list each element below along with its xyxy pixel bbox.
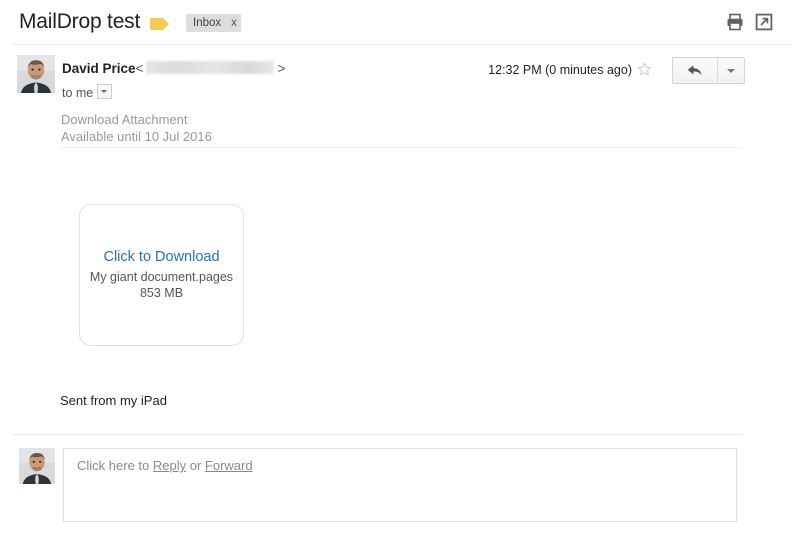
recipient-line: to me: [62, 84, 113, 100]
download-attachment-card[interactable]: Click to Download My giant document.page…: [79, 204, 244, 346]
email-signature: Sent from my iPad: [60, 393, 167, 408]
label-tag-icon: [150, 17, 170, 31]
forward-link[interactable]: Forward: [205, 458, 253, 473]
reply-input-box[interactable]: Click here to Reply or Forward: [63, 448, 737, 522]
attachment-heading: Download Attachment: [61, 112, 188, 127]
open-in-new-window-icon[interactable]: [755, 13, 773, 31]
attachment-note: Download Attachment Available until 10 J…: [61, 111, 212, 145]
email-angle-close: >: [277, 61, 286, 76]
label-chip-text: Inbox: [193, 17, 222, 29]
reply-arrow-icon: [687, 65, 702, 76]
reply-separator-text: or: [186, 458, 205, 473]
sender-line: David Price< >: [62, 61, 285, 76]
reply-button[interactable]: [673, 58, 717, 83]
message-header-row: David Price< > to me 12:32 PM (0 minutes …: [0, 53, 800, 103]
sender-name: David Price: [62, 61, 136, 76]
recipient-details-chevron-down-icon[interactable]: [97, 84, 113, 99]
avatar: [19, 448, 55, 484]
reply-prefix-text: Click here to: [77, 458, 153, 473]
reply-button-group: [672, 57, 745, 84]
recipient-label: to me: [62, 86, 94, 100]
avatar: [17, 55, 55, 93]
header-actions: [680, 13, 800, 35]
message-timestamp: 12:32 PM (0 minutes ago): [488, 63, 632, 77]
attachment-divider: [60, 147, 742, 148]
star-icon[interactable]: [637, 62, 652, 77]
header-divider: [12, 44, 790, 45]
reply-placeholder: Click here to Reply or Forward: [77, 458, 253, 473]
page-title: MailDrop test: [19, 10, 141, 33]
mail-header: MailDrop test Inbox x: [0, 0, 800, 44]
attachment-filename: My giant document.pages: [89, 270, 234, 284]
click-to-download-link[interactable]: Click to Download: [80, 249, 243, 265]
label-chip-inbox[interactable]: Inbox x: [186, 14, 241, 32]
reply-area-divider: [12, 434, 742, 435]
label-chip-remove-icon[interactable]: x: [231, 17, 237, 29]
email-angle-open: <: [135, 61, 144, 76]
sender-email-redacted: [146, 61, 275, 74]
attachment-filesize: 853 MB: [139, 286, 184, 300]
reply-more-options-chevron-down-icon[interactable]: [717, 58, 744, 83]
attachment-availability: Available until 10 Jul 2016: [61, 129, 212, 144]
reply-link[interactable]: Reply: [153, 458, 186, 473]
print-icon[interactable]: [726, 13, 744, 31]
